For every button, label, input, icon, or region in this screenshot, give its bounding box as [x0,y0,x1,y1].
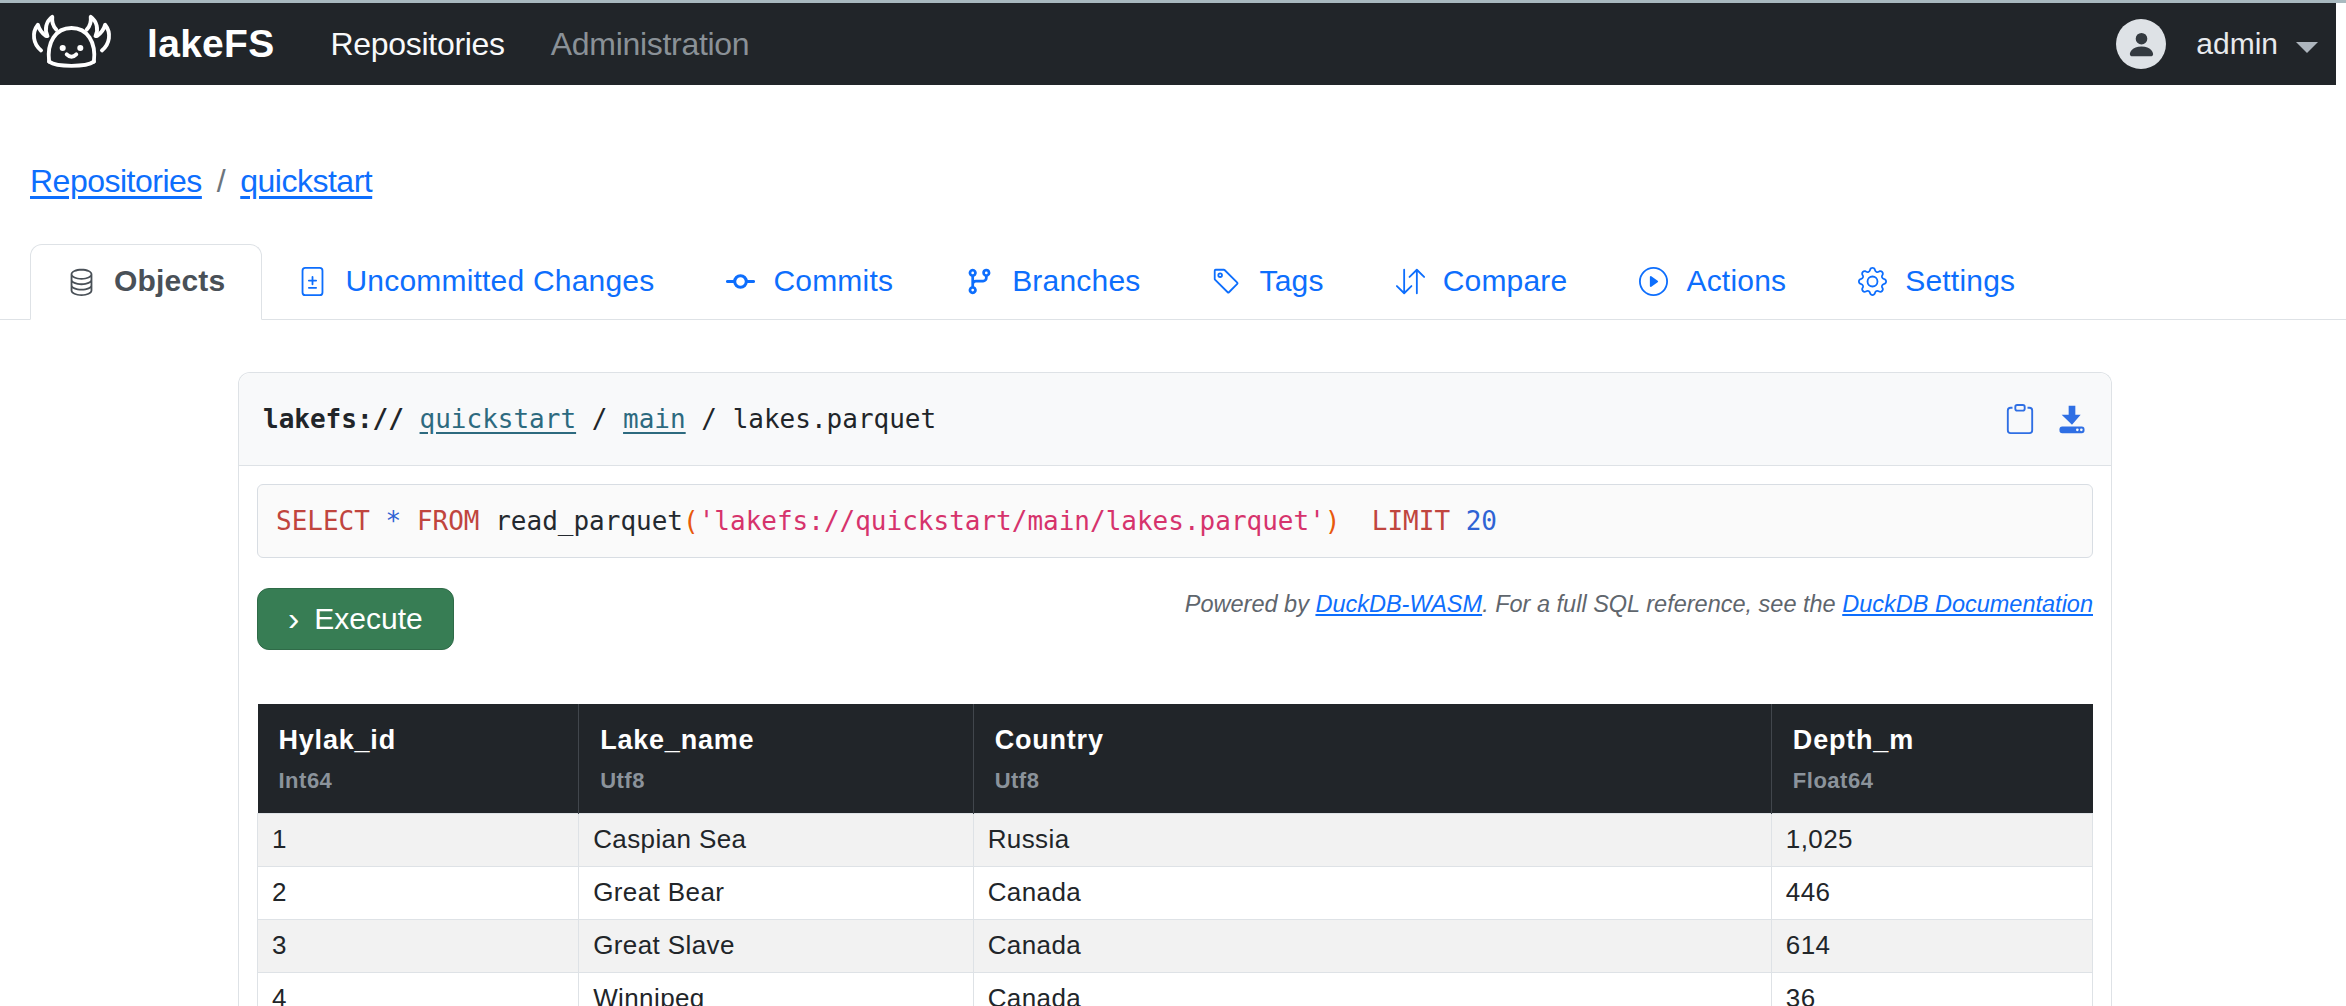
compare-icon [1396,267,1425,296]
column-type: Utf8 [600,768,952,794]
breadcrumb: Repositories / quickstart [30,163,2346,200]
table-cell: 4 [258,973,579,1006]
path-repo-link[interactable]: quickstart [420,404,577,434]
tab-tags[interactable]: Tags [1176,245,1359,319]
column-header-hylak_id: Hylak_id Int64 [258,704,579,814]
table-cell: 614 [1771,920,2092,973]
column-name: Lake_name [600,725,952,756]
table-cell: Great Slave [579,920,974,973]
column-type: Utf8 [995,768,1750,794]
top-navbar: lakeFS Repositories Administration admin [0,3,2336,85]
chevron-right-icon: › [288,603,299,633]
user-name: admin [2196,27,2278,61]
sql-editor[interactable]: SELECT * FROM read_parquet('lakefs://qui… [257,484,2093,558]
duckdb-wasm-link[interactable]: DuckDB-WASM [1315,591,1482,617]
clipboard-icon[interactable] [2005,404,2035,434]
column-header-lake_name: Lake_name Utf8 [579,704,974,814]
lakefs-logo-icon [22,12,121,76]
tab-branches[interactable]: Branches [929,245,1176,319]
tab-settings[interactable]: Settings [1822,245,2051,319]
path-scheme: lakefs:// [263,404,404,434]
tab-uncommitted-changes[interactable]: Uncommitted Changes [262,245,690,319]
person-icon [2126,29,2157,60]
path-branch-link[interactable]: main [623,404,686,434]
results-header-row: Hylak_id Int64 Lake_name Utf8 Country Utf8 Dep… [258,704,2093,814]
tab-compare[interactable]: Compare [1360,245,1604,319]
table-cell: 36 [1771,973,2092,1006]
table-cell: Canada [973,867,1771,920]
column-type: Float64 [1793,768,2072,794]
table-cell: Winnipeg [579,973,974,1006]
file-diff-icon [298,267,327,296]
path-file-name: lakes.parquet [733,404,937,434]
table-row: 3Great SlaveCanada614 [258,920,2093,973]
column-name: Country [995,725,1750,756]
repo-tabs: Objects Uncommitted Changes Commits Bran… [0,244,2346,320]
column-name: Depth_m [1793,725,2072,756]
database-icon [67,267,96,296]
execute-button[interactable]: › Execute [257,588,454,650]
table-cell: Great Bear [579,867,974,920]
column-header-depth_m: Depth_m Float64 [1771,704,2092,814]
table-cell: 1 [258,814,579,867]
table-cell: Caspian Sea [579,814,974,867]
table-row: 2Great BearCanada446 [258,867,2093,920]
tab-objects[interactable]: Objects [30,244,262,320]
column-type: Int64 [279,768,558,794]
results-table: Hylak_id Int64 Lake_name Utf8 Country Utf8 Dep… [257,704,2093,1006]
table-cell: Canada [973,920,1771,973]
column-header-country: Country Utf8 [973,704,1771,814]
object-viewer-card: lakefs:// quickstart / main / lakes.parq… [238,372,2112,1006]
main-content: lakefs:// quickstart / main / lakes.parq… [0,372,2346,1006]
table-cell: 2 [258,867,579,920]
play-circle-icon [1639,267,1668,296]
breadcrumb-quickstart[interactable]: quickstart [240,163,372,200]
object-viewer-body: SELECT * FROM read_parquet('lakefs://qui… [239,466,2111,1006]
main-nav: Repositories Administration [331,26,750,63]
table-row: 4WinnipegCanada36 [258,973,2093,1006]
tag-icon [1212,267,1241,296]
commit-icon [726,267,755,296]
table-cell: Russia [973,814,1771,867]
nav-administration[interactable]: Administration [551,26,750,63]
branch-icon [965,267,994,296]
results-body: 1Caspian SeaRussia1,0252Great BearCanada… [258,814,2093,1006]
download-icon[interactable] [2057,404,2087,434]
nav-repositories[interactable]: Repositories [331,26,505,63]
tab-actions[interactable]: Actions [1603,245,1822,319]
tab-commits[interactable]: Commits [690,245,929,319]
column-name: Hylak_id [279,725,558,756]
table-row: 1Caspian SeaRussia1,025 [258,814,2093,867]
brand-name: lakeFS [147,22,275,66]
breadcrumb-repositories[interactable]: Repositories [30,163,202,200]
exec-row: › Execute Powered by DuckDB-WASM. For a … [257,588,2093,650]
gear-icon [1858,267,1887,296]
object-path-bar: lakefs:// quickstart / main / lakes.parq… [239,373,2111,466]
avatar [2116,19,2166,69]
user-menu[interactable]: admin [2116,19,2318,69]
table-cell: 1,025 [1771,814,2092,867]
table-cell: 3 [258,920,579,973]
duckdb-docs-link[interactable]: DuckDB Documentation [1842,591,2093,617]
powered-by-note: Powered by DuckDB-WASM. For a full SQL r… [454,591,2093,618]
chevron-down-icon [2296,42,2318,53]
table-cell: Canada [973,973,1771,1006]
table-cell: 446 [1771,867,2092,920]
